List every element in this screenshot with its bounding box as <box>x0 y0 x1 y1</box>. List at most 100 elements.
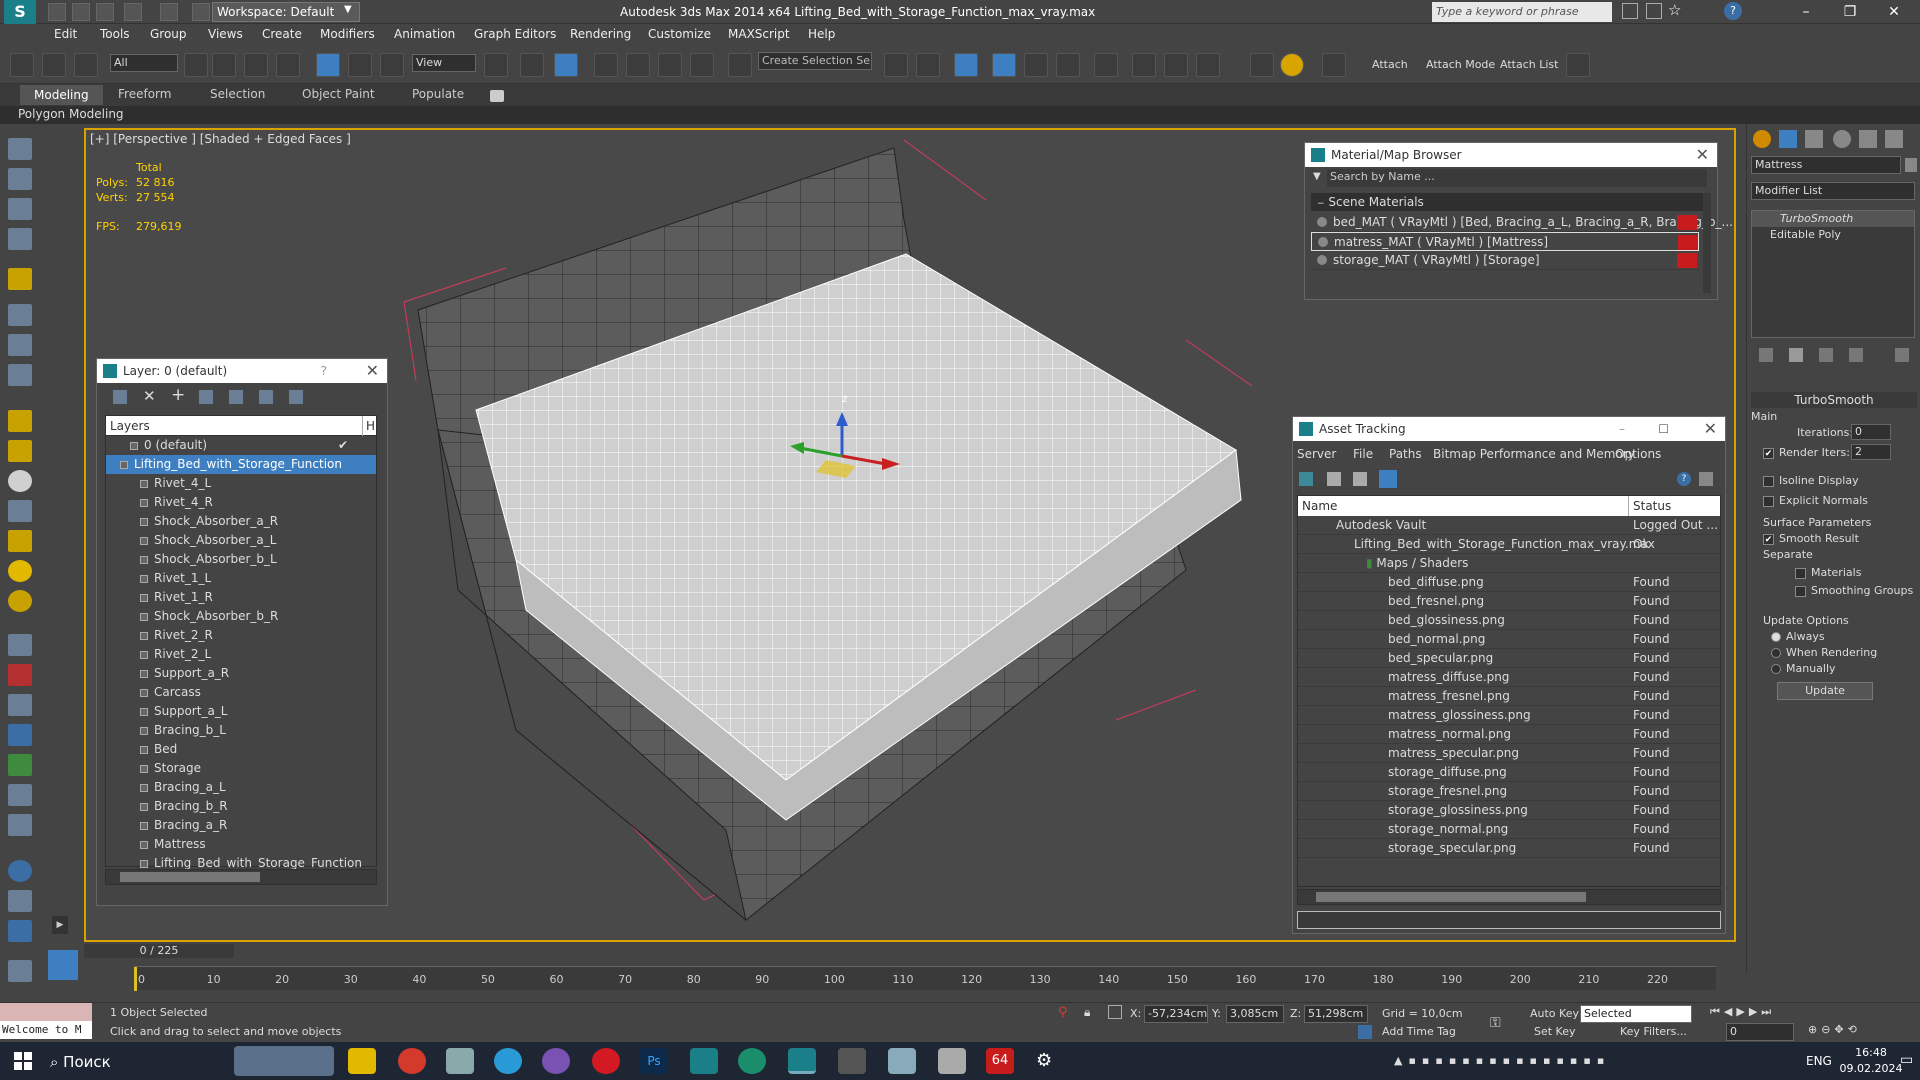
track-bar[interactable]: 0 10 20 30 40 50 60 70 80 90 100 110 120 130 140 150 160… <box>134 966 1716 991</box>
tab-selection[interactable]: Selection <box>210 87 265 101</box>
sun-icon[interactable] <box>8 560 32 582</box>
list-item[interactable]: Storage <box>106 759 376 778</box>
reel-icon[interactable] <box>8 364 32 386</box>
list-item[interactable]: Bracing_a_L <box>106 778 376 797</box>
undo-icon[interactable] <box>124 3 142 21</box>
shell-icon[interactable] <box>8 814 32 836</box>
table-row[interactable]: storage_glossiness.png Found <box>1298 801 1720 820</box>
plane-icon[interactable] <box>8 410 32 432</box>
attach-mode-button[interactable]: Attach Mode <box>1426 58 1495 71</box>
dome-icon[interactable] <box>8 440 32 462</box>
chevron-down-icon[interactable]: ▼ <box>1313 171 1321 182</box>
windows-start-icon[interactable] <box>14 1052 32 1070</box>
expand-toolbar-icon[interactable]: ▶ <box>52 916 68 934</box>
menu-customize[interactable]: Customize <box>648 27 711 41</box>
smoothing-groups-row[interactable]: Smoothing Groups <box>1751 584 1917 597</box>
help-icon[interactable]: ? <box>321 359 327 383</box>
help-icon[interactable]: ? <box>1677 472 1691 486</box>
select-object-icon[interactable] <box>184 53 208 77</box>
ruler-icon[interactable] <box>8 634 32 656</box>
snaps-toggle-icon[interactable] <box>594 53 618 77</box>
when-rendering-radio[interactable] <box>1771 648 1781 658</box>
plant-icon[interactable] <box>8 754 32 776</box>
clock-time[interactable]: 16:48 <box>1846 1046 1896 1059</box>
minimize-icon[interactable]: – <box>1619 417 1625 441</box>
pivot-center-icon[interactable] <box>484 53 508 77</box>
app-icon[interactable] <box>446 1048 474 1074</box>
maxscript-listener-top[interactable] <box>0 1003 92 1021</box>
new-file-icon[interactable] <box>48 3 66 21</box>
create-tab-icon[interactable] <box>1753 130 1771 148</box>
list-view-icon[interactable] <box>1327 472 1341 486</box>
named-selection-dropdown[interactable]: Create Selection Se <box>758 52 872 70</box>
tab-freeform[interactable]: Freeform <box>118 87 171 101</box>
curve-editor-icon[interactable] <box>1056 53 1080 77</box>
highlight-layer-icon[interactable] <box>229 390 243 404</box>
table-row[interactable]: storage_diffuse.png Found <box>1298 763 1720 782</box>
chrome-icon[interactable] <box>398 1048 426 1074</box>
scroll-thumb[interactable] <box>120 872 260 882</box>
graduation-cap-icon[interactable] <box>1566 53 1590 77</box>
table-row[interactable]: Lifting_Bed_with_Storage_Function_max_vr… <box>1298 535 1720 554</box>
cone-icon[interactable] <box>8 530 32 552</box>
key-filters-button[interactable]: Key Filters... <box>1620 1025 1687 1038</box>
col-layers[interactable]: Layers <box>110 419 150 433</box>
always-row[interactable]: Always <box>1751 630 1917 643</box>
list-item[interactable]: Rivet_1_L <box>106 569 376 588</box>
material-search-input[interactable]: Search by Name ... <box>1327 169 1707 187</box>
polygon-modeling-panel[interactable]: Polygon Modeling <box>18 107 124 121</box>
configure-sets-icon[interactable] <box>1895 348 1909 362</box>
modifier-list-dropdown[interactable]: Modifier List <box>1751 182 1915 200</box>
list-item[interactable]: bed_MAT ( VRayMtl ) [Bed, Bracing_a_L, B… <box>1311 213 1733 232</box>
new-layer-icon[interactable] <box>113 390 127 404</box>
helper-icon[interactable] <box>8 334 32 356</box>
smooth-result-row[interactable]: ✔ Smooth Result <box>1751 532 1917 545</box>
list-item[interactable]: Lifting_Bed_with_Storage_Function <box>106 455 376 474</box>
list-item[interactable]: Bed <box>106 740 376 759</box>
globe-icon[interactable] <box>8 724 32 746</box>
table-row[interactable]: matress_diffuse.png Found <box>1298 668 1720 687</box>
schematic-view-icon[interactable] <box>1094 53 1118 77</box>
col-status[interactable]: Status <box>1628 496 1671 516</box>
col-hide[interactable]: Hi <box>362 416 378 436</box>
modify-tab-icon[interactable] <box>1779 130 1797 148</box>
list-item[interactable]: Rivet_1_R <box>106 588 376 607</box>
menu-views[interactable]: Views <box>208 27 243 41</box>
menu-modifiers[interactable]: Modifiers <box>320 27 375 41</box>
select-scale-icon[interactable] <box>380 53 404 77</box>
when-rendering-row[interactable]: When Rendering <box>1751 646 1917 659</box>
table-view-icon[interactable] <box>1379 470 1397 488</box>
utilities-tab-icon[interactable] <box>1885 130 1903 148</box>
app3-icon[interactable] <box>938 1048 966 1074</box>
attach-list-button[interactable]: Attach List <box>1500 58 1558 71</box>
file-explorer-icon[interactable] <box>348 1048 376 1074</box>
manually-row[interactable]: Manually <box>1751 662 1917 675</box>
lock-selection-icon[interactable]: ⚲ <box>1058 1005 1068 1020</box>
list-item[interactable]: Carcass <box>106 683 376 702</box>
edit-named-selection-icon[interactable] <box>728 53 752 77</box>
asset-path-field[interactable] <box>1297 911 1721 929</box>
select-rotate-icon[interactable] <box>348 53 372 77</box>
keyboard-shortcut-icon[interactable] <box>554 53 578 77</box>
minimize-icon[interactable]: – <box>1786 0 1826 24</box>
isoline-row[interactable]: Isoline Display <box>1751 474 1917 487</box>
close-icon[interactable]: ✕ <box>1704 417 1717 441</box>
app-64-icon[interactable]: 64 <box>986 1048 1014 1074</box>
viewport-nav-controls[interactable]: ⊕⊖✥⟲ <box>1808 1023 1916 1039</box>
measure-icon[interactable] <box>8 694 32 716</box>
render-icon[interactable] <box>8 168 32 190</box>
layer-manager-icon[interactable] <box>992 53 1016 77</box>
telegram-icon[interactable] <box>494 1048 522 1074</box>
render-setup-icon[interactable] <box>1164 53 1188 77</box>
save-file-icon[interactable] <box>96 3 114 21</box>
menu-maxscript[interactable]: MAXScript <box>728 27 790 41</box>
layer-window-titlebar[interactable]: Layer: 0 (default) ? ✕ <box>97 359 387 383</box>
sun-light-icon[interactable] <box>1280 53 1304 77</box>
scroll-thumb[interactable] <box>1316 892 1586 902</box>
fan-icon[interactable] <box>8 500 32 522</box>
list-item[interactable]: Support_a_L <box>106 702 376 721</box>
blue-sphere-icon[interactable] <box>8 860 32 882</box>
graphite-toggle-icon[interactable] <box>1024 53 1048 77</box>
materials-row[interactable]: Materials <box>1751 566 1917 579</box>
table-row[interactable]: matress_specular.png Found <box>1298 744 1720 763</box>
